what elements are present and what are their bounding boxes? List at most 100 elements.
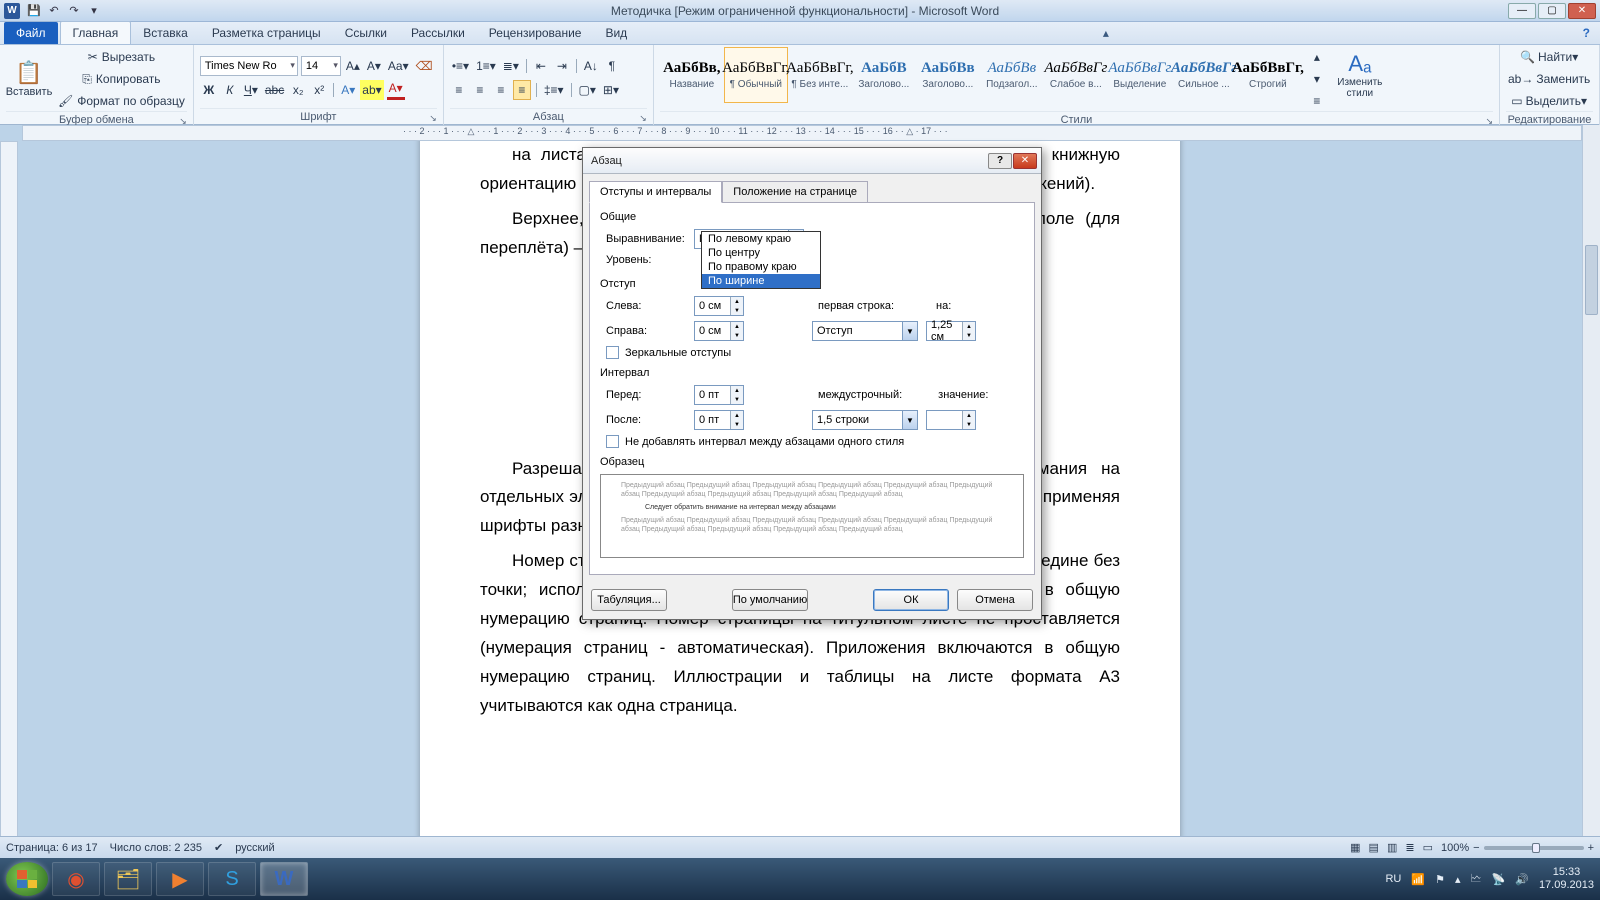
zoom-slider[interactable] — [1484, 846, 1584, 850]
zoom-out-icon[interactable]: − — [1473, 842, 1479, 854]
tab-file[interactable]: Файл — [4, 22, 58, 44]
tab-layout[interactable]: Разметка страницы — [200, 22, 333, 44]
tab-insert[interactable]: Вставка — [131, 22, 200, 44]
tray-lang[interactable]: RU — [1385, 873, 1401, 885]
view-web-icon[interactable]: ▥ — [1387, 841, 1397, 854]
vertical-ruler[interactable] — [0, 141, 18, 876]
tab-mailings[interactable]: Рассылки — [399, 22, 477, 44]
zoom-level[interactable]: 100% — [1441, 842, 1469, 854]
dialog-titlebar[interactable]: Абзац ? ✕ — [583, 148, 1041, 174]
taskbar-chrome[interactable]: ◉ — [52, 862, 100, 896]
start-button[interactable] — [6, 862, 48, 896]
tray-action-icon[interactable]: ⚑ — [1435, 873, 1445, 886]
paragraph-launcher-icon[interactable]: ↘ — [639, 113, 647, 124]
align-center-icon[interactable]: ≡ — [471, 80, 489, 100]
tray-arrow-icon[interactable]: ▴ — [1455, 873, 1461, 886]
style-item[interactable]: АаБбВЗаголово... — [852, 47, 916, 103]
undo-icon[interactable]: ↶ — [46, 3, 62, 19]
style-item[interactable]: АаБбВвГг,Строгий — [1236, 47, 1300, 103]
tab-review[interactable]: Рецензирование — [477, 22, 594, 44]
style-item[interactable]: АаБбВвГгСильное ... — [1172, 47, 1236, 103]
increase-indent-icon[interactable]: ⇥ — [553, 56, 571, 76]
font-family-combo[interactable]: Times New Ro — [200, 56, 298, 76]
bullets-icon[interactable]: •≡▾ — [450, 56, 471, 76]
first-line-by-spinner[interactable]: 1,25 см▲▼ — [926, 321, 976, 341]
view-outline-icon[interactable]: ≣ — [1405, 841, 1414, 854]
style-item[interactable]: АаБбВвГг,¶ Без инте... — [788, 47, 852, 103]
save-icon[interactable]: 💾 — [26, 3, 42, 19]
status-words[interactable]: Число слов: 2 235 — [110, 842, 202, 854]
style-item[interactable]: АаБбВвПодзагол... — [980, 47, 1044, 103]
grow-font-icon[interactable]: A▴ — [344, 56, 362, 76]
subscript-icon[interactable]: x₂ — [289, 80, 307, 100]
select-button[interactable]: ▭ Выделить ▾ — [1506, 91, 1592, 111]
minimize-button[interactable]: — — [1508, 3, 1536, 19]
tray-battery-icon[interactable]: 🗠 — [1470, 870, 1481, 889]
taskbar-skype[interactable]: S — [208, 862, 256, 896]
borders-icon[interactable]: ⊞▾ — [601, 80, 621, 100]
sort-icon[interactable]: A↓ — [582, 56, 600, 76]
alignment-dropdown-list[interactable]: По левому краюПо центруПо правому краюПо… — [701, 231, 821, 289]
font-color-icon[interactable]: A▾ — [387, 80, 405, 100]
dialog-tab-indents[interactable]: Отступы и интервалы — [589, 181, 722, 203]
style-item[interactable]: АаБбВвГгВыделение — [1108, 47, 1172, 103]
ribbon-minimize-icon[interactable]: ▴ — [1093, 22, 1119, 44]
status-page[interactable]: Страница: 6 из 17 — [6, 842, 98, 854]
scrollbar-thumb[interactable] — [1585, 245, 1598, 315]
dialog-close-button[interactable]: ✕ — [1013, 153, 1037, 169]
status-language[interactable]: русский — [235, 842, 274, 854]
align-right-icon[interactable]: ≡ — [492, 80, 510, 100]
zoom-in-icon[interactable]: + — [1588, 842, 1594, 854]
alignment-option[interactable]: По ширине — [702, 274, 820, 288]
view-print-layout-icon[interactable]: ▦ — [1350, 841, 1360, 854]
tray-volume-icon[interactable]: 🔊 — [1515, 873, 1529, 886]
indent-left-spinner[interactable]: 0 см▲▼ — [694, 296, 744, 316]
alignment-option[interactable]: По правому краю — [702, 260, 820, 274]
alignment-option[interactable]: По центру — [702, 246, 820, 260]
ok-button[interactable]: ОК — [873, 589, 949, 611]
style-item[interactable]: АаБбВвЗаголово... — [916, 47, 980, 103]
underline-icon[interactable]: Ч▾ — [242, 80, 260, 100]
redo-icon[interactable]: ↷ — [66, 3, 82, 19]
help-icon[interactable]: ? — [1573, 22, 1600, 44]
change-case-icon[interactable]: Aa▾ — [386, 56, 411, 76]
gallery-more-icon[interactable]: ≡ — [1308, 91, 1326, 111]
style-item[interactable]: АаБбВвГг,¶ Обычный — [724, 47, 788, 103]
format-painter-button[interactable]: 🖌 Формат по образцу — [56, 91, 187, 111]
multilevel-icon[interactable]: ≣▾ — [501, 56, 521, 76]
view-reading-icon[interactable]: ▤ — [1369, 841, 1379, 854]
maximize-button[interactable]: ▢ — [1538, 3, 1566, 19]
alignment-option[interactable]: По левому краю — [702, 232, 820, 246]
tabs-button[interactable]: Табуляция... — [591, 589, 667, 611]
close-button[interactable]: ✕ — [1568, 3, 1596, 19]
font-size-combo[interactable]: 14 — [301, 56, 341, 76]
vertical-scrollbar[interactable] — [1582, 125, 1600, 836]
bold-icon[interactable]: Ж — [200, 80, 218, 100]
find-button[interactable]: 🔍 Найти ▾ — [1506, 47, 1592, 67]
replace-button[interactable]: ab→ Заменить — [1506, 69, 1592, 89]
dialog-help-button[interactable]: ? — [988, 153, 1012, 169]
paste-button[interactable]: 📋Вставить — [6, 51, 52, 107]
strike-icon[interactable]: abc — [263, 80, 286, 100]
tray-network-icon[interactable]: 📶 — [1411, 873, 1425, 886]
tab-references[interactable]: Ссылки — [333, 22, 399, 44]
indent-right-spinner[interactable]: 0 см▲▼ — [694, 321, 744, 341]
highlight-icon[interactable]: ab▾ — [360, 80, 383, 100]
view-draft-icon[interactable]: ▭ — [1423, 841, 1433, 854]
change-styles-button[interactable]: AₐИзменить стили — [1330, 47, 1390, 103]
mirror-indents-checkbox[interactable]: Зеркальные отступы — [600, 346, 1024, 359]
tray-wifi-icon[interactable]: 📡 — [1492, 873, 1506, 886]
space-after-spinner[interactable]: 0 пт▲▼ — [694, 410, 744, 430]
tray-clock[interactable]: 15:3317.09.2013 — [1539, 866, 1594, 892]
clear-format-icon[interactable]: ⌫ — [414, 56, 435, 76]
text-effects-icon[interactable]: A▾ — [339, 80, 357, 100]
line-spacing-at-spinner[interactable]: ▲▼ — [926, 410, 976, 430]
align-left-icon[interactable]: ≡ — [450, 80, 468, 100]
numbering-icon[interactable]: 1≡▾ — [474, 56, 498, 76]
horizontal-ruler[interactable]: · · · 2 · · · 1 · · · △ · · · 1 · · · 2 … — [22, 125, 1582, 141]
cut-button[interactable]: ✂ Вырезать — [56, 47, 187, 67]
italic-icon[interactable]: К — [221, 80, 239, 100]
shrink-font-icon[interactable]: A▾ — [365, 56, 383, 76]
tab-view[interactable]: Вид — [593, 22, 639, 44]
first-line-dropdown[interactable]: Отступ▼ — [812, 321, 918, 341]
